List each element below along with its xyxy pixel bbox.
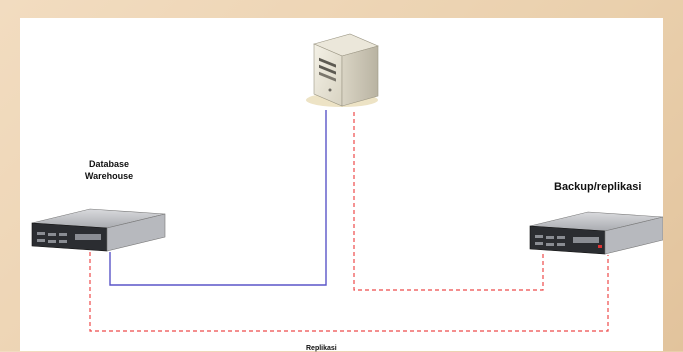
dashed-link-backup — [353, 112, 544, 291]
server-tower-icon — [306, 33, 379, 107]
database-warehouse-label: Database Warehouse — [64, 158, 154, 182]
backup-replikasi-label: Backup/replikasi — [554, 181, 642, 193]
database-warehouse-label-line1: Database — [88, 159, 130, 169]
diagram-canvas: Database Warehouse Backup/replikasi Repl… — [20, 18, 663, 352]
database-warehouse-label-line2: Warehouse — [84, 171, 134, 181]
rack-server-icon-left — [31, 208, 166, 252]
dashed-link-replication — [89, 252, 609, 332]
rack-server-icon-right — [529, 211, 663, 255]
solid-link — [109, 110, 327, 286]
